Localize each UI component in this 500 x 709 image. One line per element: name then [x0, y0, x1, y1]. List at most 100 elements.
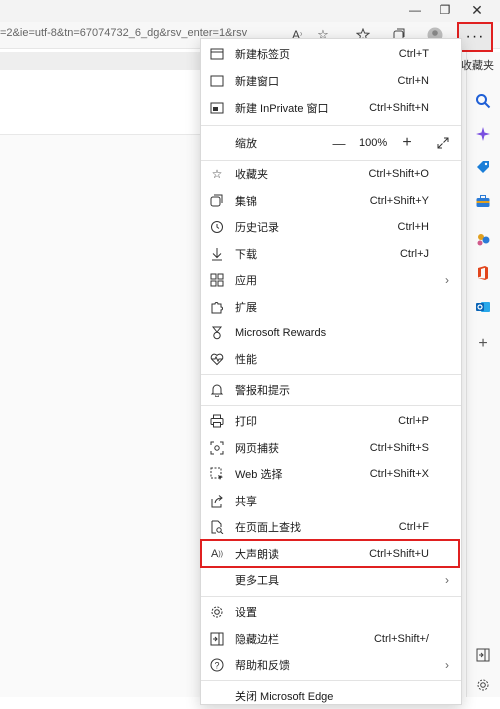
menu-shortcut: Ctrl+Shift+S — [369, 442, 429, 454]
tools-toolbox-icon[interactable] — [474, 192, 492, 210]
menu-shortcut: Ctrl+P — [398, 415, 429, 427]
menu-item-new-tab[interactable]: 新建标签页 Ctrl+T — [201, 41, 461, 67]
menu-item-settings[interactable]: 设置 — [201, 599, 461, 625]
menu-separator — [201, 596, 461, 597]
menu-shortcut: Ctrl+H — [397, 221, 429, 233]
favorites-label: 收藏夹 — [461, 60, 494, 72]
outlook-icon[interactable] — [474, 298, 492, 316]
menu-shortcut: Ctrl+F — [398, 521, 429, 533]
shopping-tag-icon[interactable] — [474, 158, 492, 176]
menu-item-zoom: 缩放 — 100% + — [201, 128, 461, 158]
menu-label: 更多工具 — [235, 575, 279, 587]
help-question-icon: ? — [209, 657, 225, 673]
menu-item-performance[interactable]: 性能 — [201, 346, 461, 372]
new-tab-icon — [209, 46, 225, 62]
restore-button[interactable]: ❐ — [430, 0, 460, 20]
menu-label: 下载 — [235, 249, 257, 261]
menu-item-share[interactable]: 共享 — [201, 488, 461, 514]
office-icon[interactable] — [474, 264, 492, 282]
chevron-right-icon: › — [445, 573, 449, 587]
menu-shortcut: Ctrl+Shift+X — [369, 468, 429, 480]
bell-icon — [209, 382, 225, 398]
new-window-icon — [209, 73, 225, 89]
menu-item-more-tools[interactable]: 更多工具 › — [201, 567, 461, 593]
find-on-page-icon — [209, 519, 225, 535]
menu-label: 新建窗口 — [235, 76, 279, 88]
menu-label: 打印 — [235, 416, 257, 428]
sidebar-settings-gear-icon[interactable] — [474, 676, 492, 694]
hide-sidebar-icon — [209, 631, 225, 647]
menu-label: 网页捕获 — [235, 443, 279, 455]
svg-text:?: ? — [214, 661, 219, 671]
menu-item-alerts-and-tips[interactable]: 警报和提示 — [201, 377, 461, 403]
menu-item-help-and-feedback[interactable]: ? 帮助和反馈 › — [201, 652, 461, 678]
close-window-button[interactable]: ✕ — [462, 0, 492, 20]
menu-item-favorites[interactable]: ☆ 收藏夹 Ctrl+Shift+O — [201, 161, 461, 187]
inprivate-icon — [209, 100, 225, 116]
settings-and-more-button[interactable]: ··· — [457, 22, 493, 52]
menu-shortcut: Ctrl+Shift+/ — [373, 633, 429, 645]
menu-item-apps[interactable]: 应用 › — [201, 267, 461, 293]
menu-label: 收藏夹 — [235, 169, 268, 181]
menu-separator — [201, 405, 461, 406]
menu-shortcut: Ctrl+T — [398, 48, 429, 60]
page-content-card — [0, 70, 200, 135]
performance-heartbeat-icon — [209, 351, 225, 367]
menu-label: 大声朗读 — [235, 549, 279, 561]
menu-shortcut: Ctrl+Shift+N — [369, 102, 429, 114]
copilot-sparkle-icon[interactable] — [474, 125, 492, 143]
menu-item-close-edge[interactable]: 关闭 Microsoft Edge — [201, 683, 461, 709]
menu-item-find-on-page[interactable]: 在页面上查找 Ctrl+F — [201, 514, 461, 540]
zoom-level: 100% — [359, 137, 388, 149]
menu-item-print[interactable]: 打印 Ctrl+P — [201, 408, 461, 434]
title-bar: — ❐ ✕ — [0, 0, 500, 22]
menu-item-extensions[interactable]: 扩展 — [201, 294, 461, 320]
settings-gear-icon — [209, 604, 225, 620]
chevron-right-icon: › — [445, 658, 449, 672]
menu-item-new-window[interactable]: 新建窗口 Ctrl+N — [201, 68, 461, 94]
menu-label: 设置 — [235, 607, 257, 619]
web-select-icon — [209, 466, 225, 482]
apps-grid-icon — [209, 272, 225, 288]
download-icon — [209, 246, 225, 262]
settings-and-more-menu: 新建标签页 Ctrl+T 新建窗口 Ctrl+N 新建 InPrivate 窗口… — [200, 38, 462, 705]
hide-sidebar-icon[interactable] — [474, 646, 492, 664]
web-capture-icon — [209, 440, 225, 456]
menu-shortcut: Ctrl+J — [399, 248, 429, 260]
menu-label: Microsoft Rewards — [235, 327, 327, 339]
zoom-in-button[interactable]: + — [397, 133, 417, 153]
menu-label: 集锦 — [235, 196, 257, 208]
games-icon[interactable] — [474, 230, 492, 248]
menu-label: 新建标签页 — [235, 49, 290, 61]
minimize-button[interactable]: — — [400, 0, 430, 20]
menu-item-new-inprivate-window[interactable]: 新建 InPrivate 窗口 Ctrl+Shift+N — [201, 95, 461, 121]
menu-label: 扩展 — [235, 302, 257, 314]
printer-icon — [209, 413, 225, 429]
menu-item-history[interactable]: 历史记录 Ctrl+H — [201, 214, 461, 240]
menu-separator — [201, 680, 461, 681]
menu-label: 新建 InPrivate 窗口 — [235, 103, 329, 115]
fullscreen-icon[interactable] — [433, 133, 453, 153]
search-icon[interactable] — [474, 92, 492, 110]
menu-item-microsoft-rewards[interactable]: Microsoft Rewards — [201, 320, 461, 346]
extensions-puzzle-icon — [209, 299, 225, 315]
zoom-out-button[interactable]: — — [329, 133, 349, 153]
menu-item-read-aloud[interactable]: A)) 大声朗读 Ctrl+Shift+U — [201, 541, 461, 567]
menu-label: Web 选择 — [235, 469, 283, 481]
chevron-right-icon: › — [445, 273, 449, 287]
add-sidebar-app-icon[interactable]: + — [474, 335, 492, 353]
share-icon — [209, 493, 225, 509]
menu-shortcut: Ctrl+Shift+U — [369, 548, 429, 560]
menu-item-collections[interactable]: 集锦 Ctrl+Shift+Y — [201, 188, 461, 214]
menu-label: 缩放 — [235, 138, 257, 150]
menu-item-hide-sidebar[interactable]: 隐藏边栏 Ctrl+Shift+/ — [201, 626, 461, 652]
menu-separator — [201, 374, 461, 375]
menu-item-web-capture[interactable]: 网页捕获 Ctrl+Shift+S — [201, 435, 461, 461]
page-toolbar-band — [0, 52, 200, 70]
menu-label: 应用 — [235, 275, 257, 287]
menu-shortcut: Ctrl+Shift+O — [368, 168, 429, 180]
menu-item-downloads[interactable]: 下载 Ctrl+J — [201, 241, 461, 267]
menu-label: 在页面上查找 — [235, 522, 301, 534]
menu-label: 帮助和反馈 — [235, 660, 290, 672]
menu-item-web-select[interactable]: Web 选择 Ctrl+Shift+X — [201, 461, 461, 487]
